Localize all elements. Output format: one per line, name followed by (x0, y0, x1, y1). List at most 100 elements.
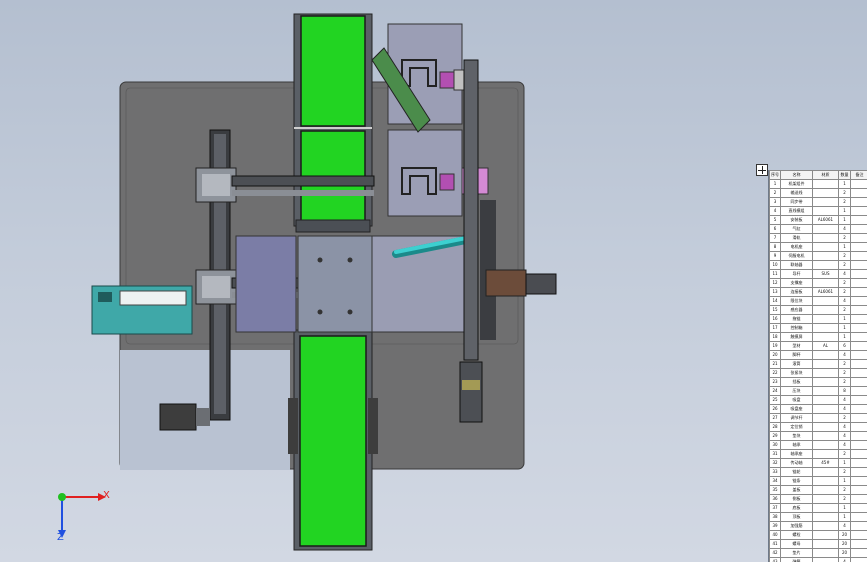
bom-cell-mat (812, 278, 839, 288)
bom-cell-note (850, 287, 867, 297)
bom-cell-qty: 2 (838, 359, 851, 369)
bom-cell-name: 同步带 (780, 197, 813, 207)
bom-cell-name: 压块 (780, 386, 813, 396)
bom-cell-mat (812, 557, 839, 562)
bom-cell-mat: SUS (812, 269, 839, 279)
bom-cell-qty: 1 (838, 458, 851, 468)
bom-cell-name: 轴承 (780, 440, 813, 450)
top-conveyor (293, 13, 373, 233)
bom-cell-note (850, 422, 867, 432)
bom-cell-name: 型材 (780, 341, 813, 351)
bom-cell-mat (812, 197, 839, 207)
bom-cell-no: 17 (769, 323, 781, 333)
bom-cell-no: 25 (769, 395, 781, 405)
bom-cell-qty: 2 (838, 197, 851, 207)
bom-cell-mat (812, 314, 839, 324)
bom-cell-name: 吸盘 (780, 395, 813, 405)
bom-header-cell: 序号 (769, 170, 781, 180)
bom-row: 41 螺母 20 (769, 539, 867, 549)
bom-row: 14 限位块 4 (769, 296, 867, 306)
bom-cell-name: 连接板 (780, 287, 813, 297)
bom-row: 16 拖链 1 (769, 314, 867, 324)
bom-cell-name: 滑轨 (780, 233, 813, 243)
bom-cell-qty: 4 (838, 350, 851, 360)
bom-cell-note (850, 377, 867, 387)
bom-row: 12 支撑座 2 (769, 278, 867, 288)
axis-triad: X Z (57, 490, 110, 543)
bom-cell-mat (812, 377, 839, 387)
bom-cell-note (850, 215, 867, 225)
bom-cell-mat (812, 305, 839, 315)
bom-cell-name: 安装板 (780, 215, 813, 225)
bom-row: 42 垫片 20 (769, 548, 867, 558)
bom-cell-qty: 2 (838, 305, 851, 315)
bom-cell-name: 气缸 (780, 224, 813, 234)
bom-cell-mat (812, 359, 839, 369)
bom-cell-no: 38 (769, 512, 781, 522)
bom-cell-no: 15 (769, 305, 781, 315)
bom-cell-note (850, 548, 867, 558)
bom-cell-note (850, 440, 867, 450)
bom-cell-no: 23 (769, 377, 781, 387)
bom-cell-note (850, 485, 867, 495)
bom-row: 23 挡板 2 (769, 377, 867, 387)
cad-viewport[interactable]: X Z (0, 0, 867, 562)
bom-cell-mat (812, 350, 839, 360)
bom-cell-note (850, 296, 867, 306)
bom-cell-no: 29 (769, 431, 781, 441)
bom-row: 17 控制箱 1 (769, 323, 867, 333)
bom-cell-name: 链条 (780, 476, 813, 486)
bom-cell-name: 电机座 (780, 242, 813, 252)
bom-cell-no: 41 (769, 539, 781, 549)
bom-cell-mat (812, 503, 839, 513)
bom-cell-note (850, 539, 867, 549)
bom-row: 11 导杆 SUS 4 (769, 269, 867, 279)
bom-cell-no: 6 (769, 224, 781, 234)
bom-cell-qty: 1 (838, 314, 851, 324)
bom-cell-mat (812, 368, 839, 378)
bom-row: 27 调节杆 2 (769, 413, 867, 423)
bom-cell-name: 伺服电机 (780, 251, 813, 261)
bom-cell-no: 2 (769, 188, 781, 198)
bom-row: 18 触摸屏 1 (769, 332, 867, 342)
bom-row: 1 机架组件 1 (769, 179, 867, 189)
bom-cell-qty: 1 (838, 242, 851, 252)
bom-cell-no: 33 (769, 467, 781, 477)
bom-cell-note (850, 251, 867, 261)
bom-cell-no: 19 (769, 341, 781, 351)
bom-cell-note (850, 494, 867, 504)
bom-cell-name: 弹簧 (780, 557, 813, 562)
bom-row: 7 滑轨 2 (769, 233, 867, 243)
bom-cell-mat (812, 206, 839, 216)
axis-z-label: Z (57, 532, 64, 543)
bom-cell-qty: 1 (838, 476, 851, 486)
bom-cell-mat (812, 440, 839, 450)
bom-cell-qty: 2 (838, 188, 851, 198)
bom-cell-note (850, 503, 867, 513)
bom-cell-qty: 2 (838, 467, 851, 477)
bom-cell-note (850, 467, 867, 477)
bom-move-handle-icon[interactable] (756, 164, 768, 176)
bom-row: 36 侧板 2 (769, 494, 867, 504)
bom-cell-name: 挡板 (780, 377, 813, 387)
bom-row: 35 盖板 2 (769, 485, 867, 495)
bottom-conveyor (288, 329, 378, 551)
bom-cell-qty: 4 (838, 269, 851, 279)
bom-cell-name: 螺母 (780, 539, 813, 549)
bom-cell-note (850, 233, 867, 243)
bom-cell-name: 输送线 (780, 188, 813, 198)
bom-cell-qty: 6 (838, 341, 851, 351)
bom-cell-qty: 4 (838, 422, 851, 432)
bom-cell-name: 联轴器 (780, 260, 813, 270)
bom-cell-qty: 1 (838, 332, 851, 342)
bom-cell-note (850, 197, 867, 207)
bom-cell-note (850, 278, 867, 288)
bom-cell-name: 滚筒 (780, 359, 813, 369)
bom-cell-qty: 4 (838, 431, 851, 441)
control-box[interactable] (91, 285, 193, 335)
bom-cell-mat (812, 413, 839, 423)
bom-cell-no: 39 (769, 521, 781, 531)
bom-cell-no: 42 (769, 548, 781, 558)
bom-row: 31 轴承座 2 (769, 449, 867, 459)
bom-cell-qty: 20 (838, 530, 851, 540)
